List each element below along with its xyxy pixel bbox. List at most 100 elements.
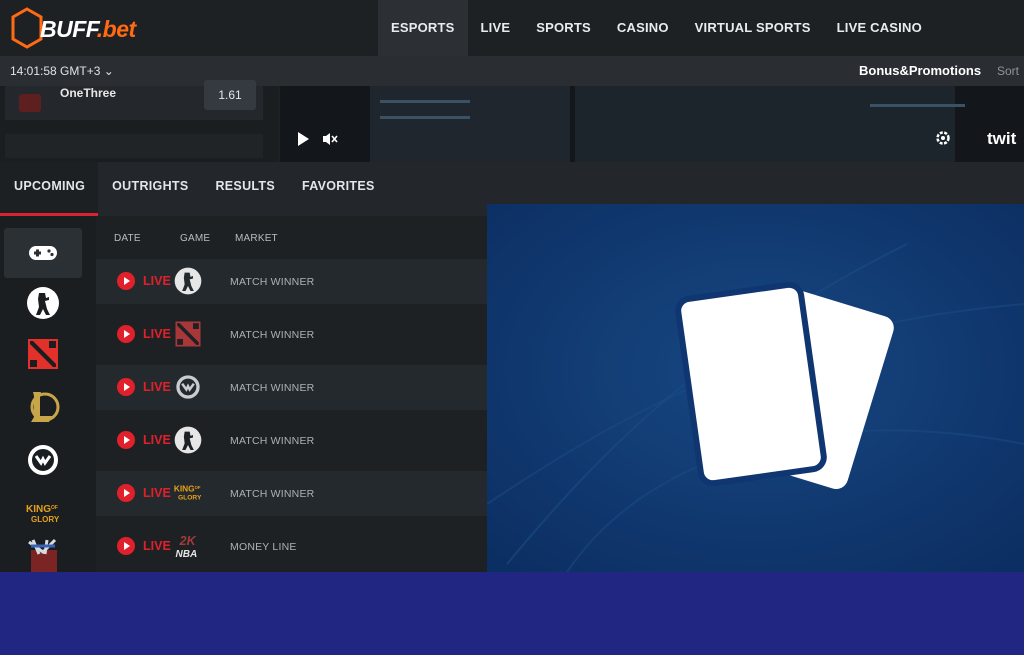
market-label: MATCH WINNER — [230, 488, 315, 500]
counter-strike-icon — [174, 267, 202, 295]
market-label: MATCH WINNER — [230, 329, 315, 341]
market-label: MONEY LINE — [230, 541, 297, 553]
casino-cards-panel — [487, 204, 1024, 572]
counter-strike-icon — [174, 426, 202, 454]
logo-suffix: .bet — [96, 16, 136, 42]
market-label: MATCH WINNER — [230, 435, 315, 447]
dota2-icon — [28, 339, 58, 369]
sidebar-item-king-of-glory[interactable]: KING OF GLORY — [4, 488, 82, 538]
settings-gear-icon[interactable] — [934, 129, 952, 147]
match-row[interactable]: LIVE MATCH WINNER — [96, 312, 487, 357]
top-bar: BUFF.bet ESPORTS LIVE SPORTS CASINO VIRT… — [0, 0, 1024, 56]
market-label: MATCH WINNER — [230, 276, 315, 288]
sub-bar: 14:01:58 GMT+3 ⌄ Bonus&Promotions Sort — [0, 56, 1024, 86]
tabs-filler — [487, 162, 1024, 204]
live-label: LIVE — [143, 327, 171, 341]
sidebar-item-dota2[interactable] — [4, 329, 82, 379]
tab-upcoming[interactable]: UPCOMING — [0, 162, 99, 216]
sidebar-item-overwatch[interactable] — [4, 435, 82, 485]
nav-live[interactable]: LIVE — [468, 0, 524, 56]
live-play-icon — [117, 484, 135, 502]
featured-match-row[interactable]: OneThree 1.61 — [5, 80, 263, 120]
live-play-icon — [117, 325, 135, 343]
sort-link[interactable]: Sort — [997, 64, 1019, 78]
sidebar-item-counter-strike[interactable] — [4, 278, 82, 328]
svg-text:2K: 2K — [179, 534, 197, 548]
nba2k-icon: 2K NBA — [176, 534, 198, 560]
svg-text:OF: OF — [51, 505, 58, 511]
sidebar-item-league-of-legends[interactable] — [4, 382, 82, 432]
live-play-icon — [117, 431, 135, 449]
sidebar-item-all-games[interactable] — [4, 228, 82, 278]
stream-player[interactable]: twit — [280, 86, 1024, 162]
column-header-game: GAME — [180, 233, 211, 244]
match-row[interactable]: LIVE MATCH WINNER — [96, 418, 487, 463]
nav-esports[interactable]: ESPORTS — [378, 0, 468, 56]
team-name: OneThree — [60, 86, 117, 100]
stream-bar — [380, 116, 470, 119]
svg-text:OF: OF — [195, 485, 201, 490]
match-row[interactable]: LIVE KING OF GLORY MATCH WINNER — [96, 471, 487, 516]
overwatch-icon — [28, 445, 58, 475]
main-nav: ESPORTS LIVE SPORTS CASINO VIRTUAL SPORT… — [378, 0, 935, 56]
king-of-glory-icon: KING OF GLORY — [174, 483, 202, 502]
game-sidebar: KING OF GLORY — [0, 216, 96, 572]
nav-sports[interactable]: SPORTS — [523, 0, 604, 56]
match-row[interactable]: LIVE 2K NBA MONEY LINE — [96, 524, 487, 569]
svg-text:NBA: NBA — [176, 549, 198, 560]
sidebar-item-street-fighter[interactable] — [4, 538, 82, 572]
bonus-promotions-link[interactable]: Bonus&Promotions — [859, 63, 981, 78]
logo-main: BUFF — [40, 16, 97, 42]
twitch-logo: twit — [987, 129, 1017, 148]
live-label: LIVE — [143, 274, 171, 288]
featured-match-panel: OneThree 1.61 — [0, 80, 278, 162]
live-label: LIVE — [143, 433, 171, 447]
stream-bar — [870, 104, 965, 107]
market-label: MATCH WINNER — [230, 382, 315, 394]
hexagon-logo-icon — [11, 7, 43, 49]
match-list: DATE GAME MARKET LIVE MATCH WINNER LIVE … — [96, 216, 487, 572]
nav-virtual-sports[interactable]: VIRTUAL SPORTS — [682, 0, 824, 56]
svg-text:KING: KING — [26, 504, 51, 515]
playing-cards-icon — [487, 204, 1024, 572]
column-header-date: DATE — [114, 233, 141, 244]
live-play-icon — [117, 537, 135, 555]
page: BUFF.bet ESPORTS LIVE SPORTS CASINO VIRT… — [0, 0, 1024, 655]
king-of-glory-icon: KING OF GLORY — [26, 504, 60, 524]
event-tabs: UPCOMING OUTRIGHTS RESULTS FAVORITES — [0, 162, 487, 216]
live-label: LIVE — [143, 380, 171, 394]
league-of-legends-icon — [30, 392, 60, 422]
nav-live-casino[interactable]: LIVE CASINO — [824, 0, 935, 56]
faded-match-row — [5, 134, 263, 158]
stream-scoreboard-right — [575, 86, 955, 162]
svg-text:GLORY: GLORY — [31, 515, 60, 524]
match-row[interactable]: LIVE MATCH WINNER — [96, 259, 487, 304]
bottom-band — [0, 572, 1024, 655]
logo-text: BUFF.bet — [40, 16, 136, 43]
live-play-icon — [117, 272, 135, 290]
street-fighter-icon — [28, 538, 57, 572]
tab-favorites[interactable]: FAVORITES — [288, 162, 388, 216]
mute-icon[interactable] — [322, 131, 338, 147]
svg-text:GLORY: GLORY — [178, 495, 202, 502]
site-logo[interactable]: BUFF.bet — [10, 6, 136, 52]
team-logo-icon — [19, 94, 41, 112]
overwatch-icon — [176, 375, 200, 399]
counter-strike-icon — [27, 287, 59, 319]
nav-casino[interactable]: CASINO — [604, 0, 682, 56]
tab-outrights[interactable]: OUTRIGHTS — [98, 162, 201, 216]
play-icon[interactable] — [298, 132, 309, 146]
gamepad-icon — [29, 246, 57, 260]
live-label: LIVE — [143, 539, 171, 553]
live-play-icon — [117, 378, 135, 396]
stream-bar — [380, 100, 470, 103]
clock-dropdown[interactable]: 14:01:58 GMT+3 ⌄ — [10, 64, 114, 78]
match-row[interactable]: LIVE MATCH WINNER — [96, 365, 487, 410]
odds-button[interactable]: 1.61 — [204, 80, 256, 110]
dota2-icon — [175, 321, 201, 347]
stream-scoreboard-left — [370, 86, 570, 162]
svg-text:KING: KING — [174, 483, 195, 493]
tab-results[interactable]: RESULTS — [201, 162, 288, 216]
column-header-market: MARKET — [235, 233, 278, 244]
live-label: LIVE — [143, 486, 171, 500]
